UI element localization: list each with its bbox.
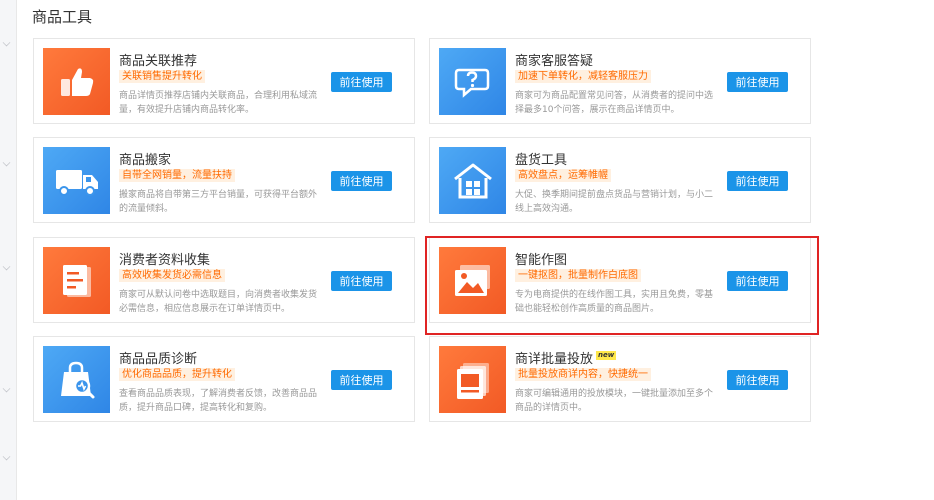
- tool-desc: 搬家商品将自带第三方平台销量，可获得平台额外的流量倾斜。: [119, 190, 318, 214]
- tool-tag: 高效盘点，运筹帷幄: [515, 169, 611, 182]
- tool-card-product-migration: 商品搬家 自带全网销量，流量扶持 搬家商品将自带第三方平台销量，可获得平台额外的…: [33, 137, 415, 223]
- tool-tag: 加速下单转化，减轻客服压力: [515, 70, 651, 83]
- go-use-button[interactable]: 前往使用: [727, 171, 788, 191]
- tool-tag: 自带全网销量，流量扶持: [119, 169, 235, 182]
- go-use-button[interactable]: 前往使用: [331, 370, 392, 390]
- tool-tag: 高效收集发货必需信息: [119, 269, 225, 282]
- tool-tag: 批量投放商详内容，快捷统一: [515, 368, 651, 381]
- warehouse-icon: [439, 147, 506, 214]
- question-chat-icon: [439, 48, 506, 115]
- tool-card-quality-diagnosis: 商品品质诊断 优化商品品质，提升转化 查看商品品质表现，了解消费者反馈，改善商品…: [33, 336, 415, 422]
- tool-tag: 优化商品品质，提升转化: [119, 368, 235, 381]
- tool-desc: 大促、换季期间提前盘点货品与营销计划，与小二线上高效沟通。: [515, 190, 714, 214]
- tool-name-text: 商详批量投放: [515, 352, 594, 367]
- tool-name: 商家客服答疑: [515, 54, 594, 69]
- document-icon: [43, 247, 110, 314]
- go-use-button[interactable]: 前往使用: [331, 271, 392, 291]
- chevron-down-icon[interactable]: [2, 452, 11, 461]
- tool-name: 商品搬家: [119, 153, 172, 168]
- go-use-button[interactable]: 前往使用: [727, 72, 788, 92]
- go-use-button[interactable]: 前往使用: [331, 72, 392, 92]
- left-nav-rail: [0, 0, 17, 500]
- chevron-down-icon[interactable]: [2, 384, 11, 393]
- selection-highlight-frame: [425, 236, 819, 335]
- chevron-down-icon[interactable]: [2, 158, 11, 167]
- go-use-button[interactable]: 前往使用: [727, 370, 788, 390]
- tool-name: 商详批量投放 new: [515, 348, 617, 367]
- tool-desc: 商家可从默认问卷中选取题目，向消费者收集发货必需信息，相应信息展示在订单详情页中…: [119, 290, 318, 314]
- shopping-bag-search-icon: [43, 346, 110, 413]
- picture-stack-icon: [439, 346, 506, 413]
- section-title: 商品工具: [32, 8, 93, 26]
- tool-card-product-recommend: 商品关联推荐 关联销售提升转化 商品详情页推荐店铺内关联商品，合理利用私域流量，…: [33, 38, 415, 124]
- tool-desc: 商家可为商品配置常见问答，从消费者的提问中选择最多10个问答，展示在商品详情页中…: [515, 91, 714, 115]
- tool-name: 商品关联推荐: [119, 54, 198, 69]
- tool-card-customer-qa: 商家客服答疑 加速下单转化，减轻客服压力 商家可为商品配置常见问答，从消费者的提…: [429, 38, 811, 124]
- tool-name: 消费者资料收集: [119, 253, 211, 268]
- tool-desc: 商家可编辑通用的投放模块，一键批量添加至多个商品的详情页中。: [515, 389, 714, 413]
- tool-card-consumer-info: 消费者资料收集 高效收集发货必需信息 商家可从默认问卷中选取题目，向消费者收集发…: [33, 237, 415, 323]
- tool-tag: 关联销售提升转化: [119, 70, 205, 83]
- tool-card-batch-delivery: 商详批量投放 new 批量投放商详内容，快捷统一 商家可编辑通用的投放模块，一键批…: [429, 336, 811, 422]
- thumbs-up-icon: [43, 48, 110, 115]
- tool-card-inventory: 盘货工具 高效盘点，运筹帷幄 大促、换季期间提前盘点货品与营销计划，与小二线上高…: [429, 137, 811, 223]
- delivery-truck-icon: [43, 147, 110, 214]
- go-use-button[interactable]: 前往使用: [331, 171, 392, 191]
- tool-name: 盘货工具: [515, 153, 568, 168]
- chevron-down-icon[interactable]: [2, 262, 11, 271]
- tool-desc: 查看商品品质表现，了解消费者反馈，改善商品品质，提升商品口碑，提高转化和复购。: [119, 389, 318, 413]
- tool-name: 商品品质诊断: [119, 352, 198, 367]
- new-badge: new: [596, 351, 617, 360]
- chevron-down-icon[interactable]: [2, 38, 11, 47]
- tool-desc: 商品详情页推荐店铺内关联商品，合理利用私域流量，有效提升店铺内商品转化率。: [119, 91, 318, 115]
